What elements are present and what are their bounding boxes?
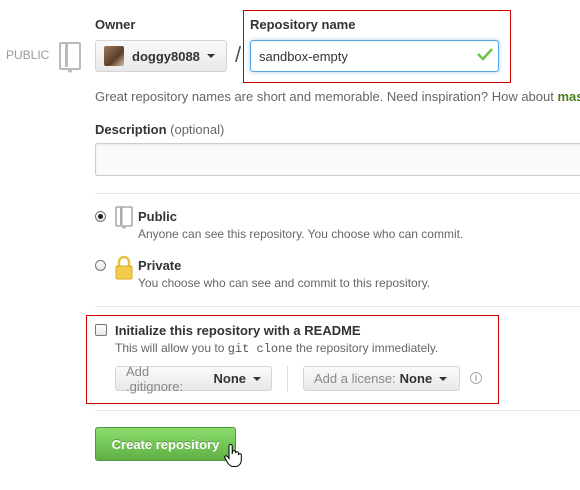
name-suggestion[interactable]: mas bbox=[557, 89, 580, 104]
dropdown-separator bbox=[287, 366, 288, 392]
check-icon bbox=[477, 47, 493, 66]
license-label: Add a license: bbox=[314, 371, 396, 386]
owner-select[interactable]: doggy8088 bbox=[95, 40, 227, 72]
license-select[interactable]: Add a license: None bbox=[303, 366, 460, 391]
init-desc-before: This will allow you to bbox=[115, 341, 228, 355]
license-value: None bbox=[399, 371, 433, 386]
hand-cursor-icon bbox=[224, 443, 242, 473]
gitignore-select[interactable]: Add .gitignore: None bbox=[115, 363, 272, 394]
chevron-down-icon bbox=[206, 54, 215, 58]
private-description: You choose who can see and commit to thi… bbox=[138, 276, 431, 290]
repo-name-hint: Great repository names are short and mem… bbox=[95, 89, 580, 104]
init-readme-description: This will allow you to git clone the rep… bbox=[115, 341, 438, 356]
public-title: Public bbox=[138, 209, 178, 224]
divider bbox=[95, 410, 580, 411]
private-radio[interactable] bbox=[95, 260, 106, 271]
lock-icon bbox=[115, 255, 133, 286]
private-title: Private bbox=[138, 258, 182, 273]
divider bbox=[95, 306, 580, 307]
init-desc-after: the repository immediately. bbox=[292, 341, 439, 355]
info-icon[interactable]: i bbox=[470, 372, 482, 384]
gitignore-value: None bbox=[213, 371, 247, 386]
repo-name-label: Repository name bbox=[250, 17, 356, 32]
book-icon bbox=[58, 42, 82, 79]
divider bbox=[95, 193, 580, 194]
repo-name-input[interactable] bbox=[250, 40, 499, 72]
public-radio[interactable] bbox=[95, 211, 106, 222]
book-icon bbox=[115, 206, 133, 235]
description-title: Description bbox=[95, 122, 167, 137]
public-description: Anyone can see this repository. You choo… bbox=[138, 227, 464, 241]
init-readme-title: Initialize this repository with a README bbox=[115, 323, 361, 338]
owner-label: Owner bbox=[95, 17, 136, 32]
avatar bbox=[104, 46, 124, 66]
chevron-down-icon bbox=[439, 376, 448, 381]
hint-text: Great repository names are short and mem… bbox=[95, 89, 558, 104]
init-readme-checkbox[interactable] bbox=[95, 324, 107, 336]
owner-repo-separator: / bbox=[235, 42, 242, 67]
public-side-label: PUBLIC bbox=[6, 48, 50, 62]
description-input[interactable] bbox=[95, 143, 580, 176]
create-repository-button[interactable]: Create repository bbox=[95, 427, 236, 461]
owner-name: doggy8088 bbox=[132, 48, 200, 64]
gitignore-label: Add .gitignore: bbox=[126, 363, 184, 394]
description-label: Description (optional) bbox=[95, 122, 224, 137]
optional-note: (optional) bbox=[170, 122, 225, 137]
git-clone-code: git clone bbox=[227, 342, 293, 356]
chevron-down-icon bbox=[253, 376, 261, 381]
